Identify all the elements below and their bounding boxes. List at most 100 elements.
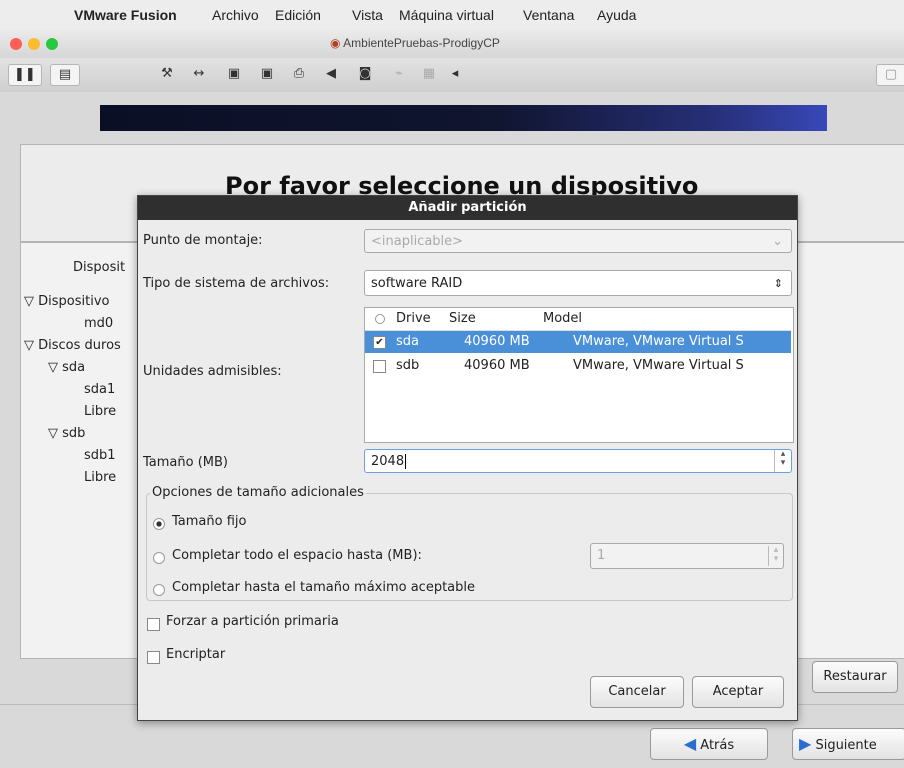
menu-maquina-virtual[interactable]: Máquina virtual <box>399 7 494 23</box>
close-window-button[interactable] <box>10 38 22 50</box>
radio-fill-max-label[interactable]: Completar hasta el tamaño máximo aceptab… <box>172 580 475 595</box>
tree-item-label: Libre <box>84 470 117 485</box>
col-drive[interactable]: Drive <box>396 308 431 330</box>
encrypt-checkbox[interactable] <box>147 651 160 664</box>
drive-size: 40960 MB <box>464 358 530 373</box>
tree-item[interactable]: md0 <box>84 316 113 331</box>
tree-item[interactable]: sda1 <box>84 382 115 397</box>
expand-arrow-icon[interactable]: ▽ <box>48 360 62 375</box>
sound-icon[interactable]: ◀ <box>322 64 340 84</box>
back-button-label: Atrás <box>700 738 735 753</box>
select-all-icon[interactable] <box>375 314 385 324</box>
network-icon[interactable]: ▦ <box>420 64 438 84</box>
fill-up-to-value: 1 <box>597 548 606 563</box>
size-stepper[interactable]: ▴ ▾ <box>774 450 791 472</box>
restore-button[interactable]: Restaurar <box>812 661 898 693</box>
menu-vista[interactable]: Vista <box>352 7 383 23</box>
radio-fill-up-to-label[interactable]: Completar todo el espacio hasta (MB): <box>172 548 422 563</box>
accept-button[interactable]: Aceptar <box>692 676 784 708</box>
extra-options-legend: Opciones de tamaño adicionales <box>150 485 366 500</box>
zoom-window-button[interactable] <box>46 38 58 50</box>
tree-item[interactable]: ▽ sda <box>48 360 85 375</box>
camera-icon[interactable]: ◙ <box>356 64 374 84</box>
fill-up-to-stepper: ▴ ▾ <box>768 546 783 566</box>
updown-arrows-icon: ⇕ <box>773 277 783 290</box>
pause-icon[interactable]: ❚❚ <box>8 64 42 86</box>
force-primary-checkbox[interactable] <box>147 618 160 631</box>
drive-checkbox[interactable]: ✔ <box>373 336 386 349</box>
tree-item-label: Discos duros <box>38 338 121 353</box>
drive-model: VMware, VMware Virtual S <box>573 358 744 373</box>
printer-icon[interactable]: ⎙ <box>290 64 308 84</box>
drive-size: 40960 MB <box>464 334 530 349</box>
tree-item[interactable]: Libre <box>84 404 116 419</box>
chevron-down-icon: ⌄ <box>772 234 783 249</box>
vm-toolbar: ❚❚ ▤ ⚒ ↔ ▣ ▣ ⎙ ◀ ◙ ⌁ ▦ ◂ ▢ <box>0 58 904 93</box>
minimize-window-button[interactable] <box>28 38 40 50</box>
tree-item-label: sda1 <box>84 382 116 397</box>
fill-up-to-input: 1 ▴ ▾ <box>590 543 784 569</box>
settings-wrench-icon[interactable]: ⚒ <box>158 64 176 84</box>
size-value: 2048 <box>371 454 405 469</box>
fs-type-label: Tipo de sistema de archivos: <box>143 276 330 291</box>
radio-fixed-size[interactable] <box>153 518 165 530</box>
window-title-text: AmbientePruebas-ProdigyCP <box>343 36 500 50</box>
mount-point-label: Punto de montaje: <box>143 233 263 248</box>
drive-row[interactable]: sdb 40960 MB VMware, VMware Virtual S <box>365 355 791 377</box>
vm-icon: ◉ <box>330 36 341 50</box>
arrow-left-icon: ◀ <box>683 734 697 753</box>
menu-ventana[interactable]: Ventana <box>523 7 574 23</box>
tree-item[interactable]: Libre <box>84 470 116 485</box>
more-arrow-icon[interactable]: ◂ <box>446 64 464 84</box>
col-size[interactable]: Size <box>449 308 476 330</box>
radio-fixed-size-label[interactable]: Tamaño fijo <box>172 514 246 529</box>
tree-item-label: sdb <box>62 426 86 441</box>
drive-checkbox[interactable] <box>373 360 386 373</box>
dialog-title: Añadir partición <box>138 196 797 220</box>
tree-item[interactable]: ▽ Discos duros <box>24 338 121 353</box>
snapshot-icon[interactable]: ▤ <box>50 64 80 86</box>
devices-column-header: Disposit <box>73 260 126 275</box>
col-model[interactable]: Model <box>543 308 582 330</box>
tree-item[interactable]: ▽ sdb <box>48 426 85 441</box>
window-title: ◉ AmbientePruebas-ProdigyCP <box>330 36 500 50</box>
size-input[interactable]: 2048 ▴ ▾ <box>364 449 792 473</box>
tree-item-label: Libre <box>84 404 117 419</box>
tree-item[interactable]: ▽ Dispositivo <box>24 294 109 309</box>
harddisk-2-icon[interactable]: ▣ <box>258 64 276 84</box>
next-button-label: Siguiente <box>815 738 877 753</box>
expand-arrow-icon[interactable]: ▽ <box>48 426 62 441</box>
window-title-bar: ◉ AmbientePruebas-ProdigyCP <box>0 30 904 59</box>
fs-type-select[interactable]: software RAID ⇕ <box>364 270 792 296</box>
drives-list[interactable]: Drive Size Model ✔ sda 40960 MB VMware, VMw… <box>364 307 794 443</box>
radio-fill-max[interactable] <box>153 584 165 596</box>
menu-ayuda[interactable]: Ayuda <box>597 7 636 23</box>
mount-point-value: <inaplicable> <box>371 234 464 249</box>
fullscreen-icon[interactable]: ▢ <box>876 64 904 86</box>
fs-type-value: software RAID <box>371 276 463 291</box>
drive-drive: sdb <box>396 358 420 373</box>
radio-fill-up-to[interactable] <box>153 552 165 564</box>
usb-icon[interactable]: ⌁ <box>390 64 408 84</box>
force-primary-label[interactable]: Forzar a partición primaria <box>166 614 339 629</box>
menu-edicion[interactable]: Edición <box>275 7 321 23</box>
encrypt-label[interactable]: Encriptar <box>166 647 225 662</box>
mount-point-combo: <inaplicable> ⌄ <box>364 229 792 253</box>
expand-arrow-icon[interactable]: ▽ <box>24 294 38 309</box>
next-button[interactable]: ▶ Siguiente <box>792 728 904 760</box>
drives-label: Unidades admisibles: <box>143 364 282 379</box>
cancel-button[interactable]: Cancelar <box>590 676 684 708</box>
arrow-right-icon: ▶ <box>799 734 812 753</box>
menu-archivo[interactable]: Archivo <box>212 7 259 23</box>
resize-arrows-icon[interactable]: ↔ <box>190 64 208 84</box>
tree-item-label: md0 <box>84 316 114 331</box>
menu-app-name[interactable]: VMware Fusion <box>74 7 177 23</box>
installer-banner <box>100 105 827 131</box>
harddisk-icon[interactable]: ▣ <box>225 64 243 84</box>
tree-item-label: sda <box>62 360 86 375</box>
back-button[interactable]: ◀ Atrás <box>650 728 768 760</box>
expand-arrow-icon[interactable]: ▽ <box>24 338 38 353</box>
tree-item[interactable]: sdb1 <box>84 448 116 463</box>
drive-row[interactable]: ✔ sda 40960 MB VMware, VMware Virtual S <box>365 331 791 353</box>
tree-item-label: sdb1 <box>84 448 116 463</box>
